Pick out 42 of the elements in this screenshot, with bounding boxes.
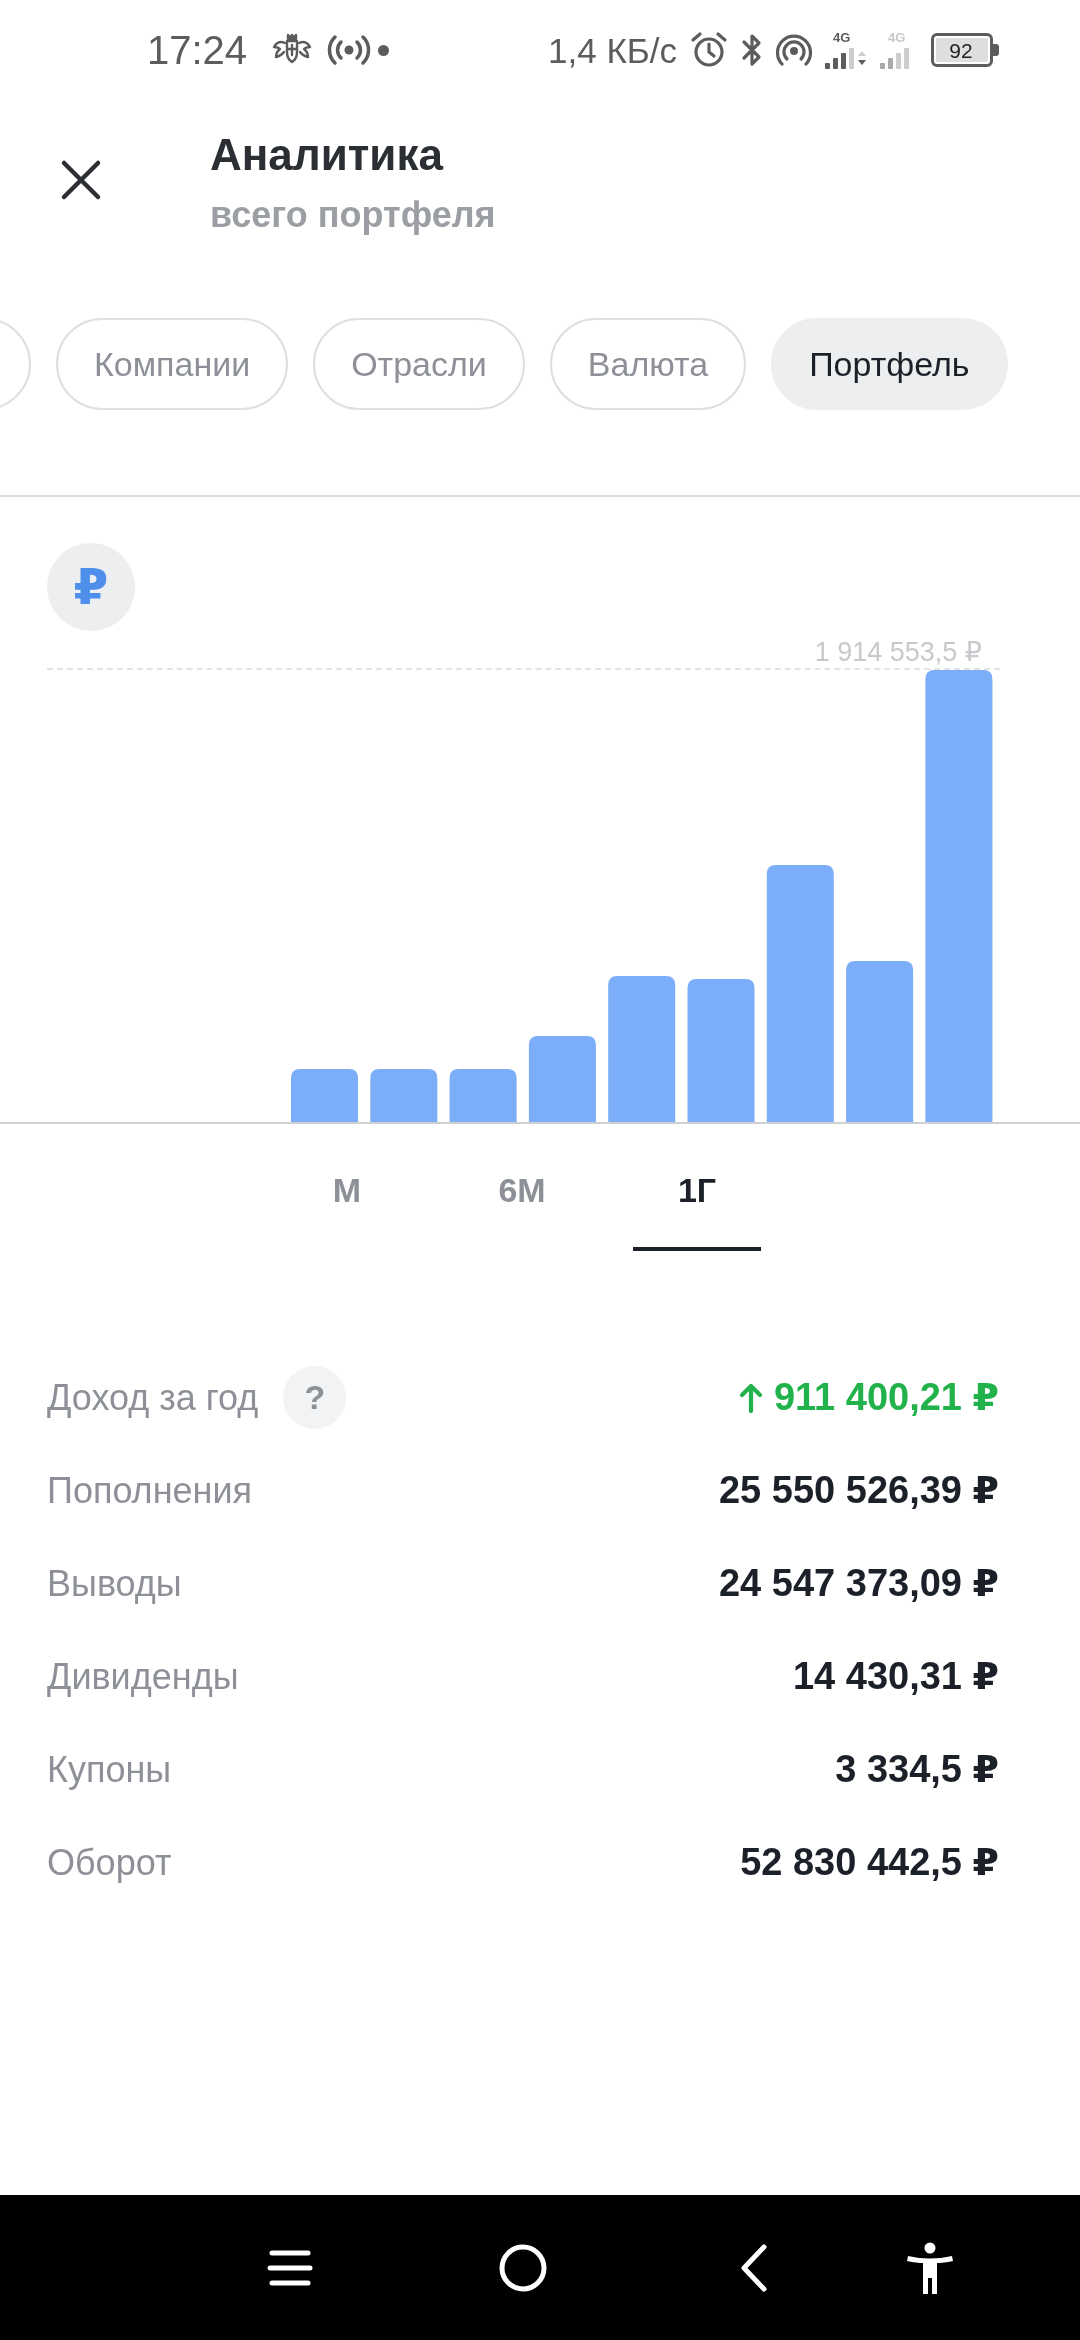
stat-value: 911 400,21 ₽ [773, 1375, 999, 1420]
alarm-clock-icon [690, 31, 728, 69]
close-icon [60, 159, 102, 201]
arrow-up-icon [737, 1382, 764, 1413]
chart-bar [291, 1069, 358, 1122]
screen-subtitle: всего портфеля [210, 193, 496, 237]
battery-indicator: 92 [931, 33, 999, 67]
stat-label: Дивиденды [47, 1654, 239, 1699]
stat-label: Оборот [47, 1840, 172, 1885]
filter-chip[interactable]: Портфель [771, 318, 1008, 410]
stat-value: 24 547 373,09 ₽ [719, 1561, 999, 1606]
accessibility-icon[interactable] [907, 2241, 953, 2294]
stat-value: 25 550 526,39 ₽ [719, 1468, 999, 1513]
period-tab[interactable]: 1Г [633, 1124, 761, 1251]
home-icon[interactable] [499, 2243, 547, 2292]
stat-label: Пополнения [47, 1468, 252, 1513]
stat-value: 3 334,5 ₽ [835, 1747, 999, 1792]
menu-icon[interactable] [267, 2249, 313, 2286]
stat-value: 52 830 442,5 ₽ [740, 1840, 999, 1885]
close-button[interactable] [60, 159, 102, 201]
back-icon[interactable] [740, 2243, 768, 2292]
currency-button[interactable]: ₽ [47, 543, 135, 631]
network-type-label: 4G [833, 31, 852, 44]
network-speed: 1,4 КБ/с [548, 32, 677, 68]
period-tab[interactable]: 6М [458, 1124, 586, 1251]
filter-chip[interactable]: Компании [56, 318, 289, 410]
bluetooth-icon [741, 31, 763, 69]
broadcast-icon [327, 34, 372, 66]
stat-label: Купоны [47, 1747, 172, 1792]
help-button[interactable]: ? [283, 1366, 347, 1429]
clock-time: 17:24 [147, 30, 248, 70]
period-tab[interactable]: М [283, 1124, 411, 1251]
notification-dot-icon [378, 44, 390, 56]
stat-value: 14 430,31 ₽ [792, 1654, 999, 1699]
filter-chip[interactable]: Валюта [549, 318, 747, 410]
screen-title: Аналитика [210, 129, 445, 181]
chart-bar [449, 1069, 517, 1122]
stat-label: Доход за год [47, 1375, 259, 1420]
hotspot-icon [776, 34, 812, 66]
chart-bar [370, 1069, 438, 1122]
stat-label: Выводы [47, 1561, 182, 1606]
filter-chip[interactable]: Отрасли [313, 318, 525, 410]
